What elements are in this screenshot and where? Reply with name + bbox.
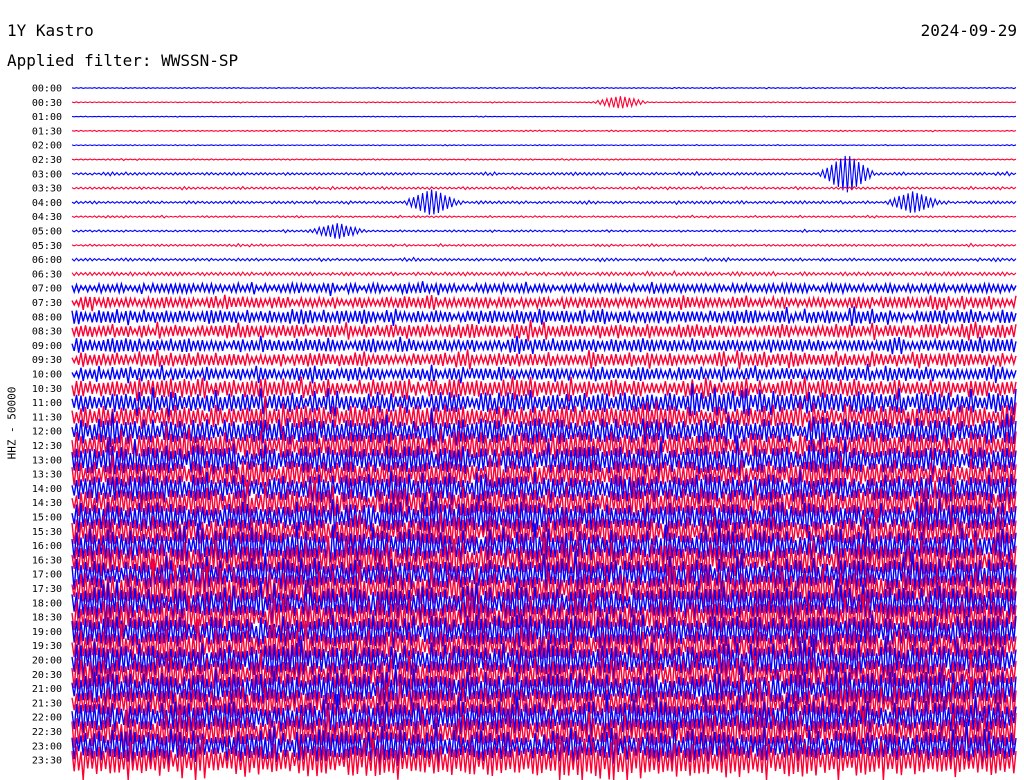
- trace-line: [71, 280, 1017, 297]
- time-label: 15:30: [32, 527, 62, 538]
- time-label: 23:30: [32, 756, 62, 767]
- time-label: 20:30: [32, 670, 62, 681]
- time-label: 17:00: [32, 570, 62, 581]
- time-labels: 00:00 00:30 01:00 01:30 02:00 02:30 03:00 03:30…: [32, 84, 62, 767]
- time-label: 02:00: [32, 141, 62, 152]
- trace-line: [71, 436, 1017, 481]
- time-label: 05:00: [32, 227, 62, 238]
- time-label: 07:30: [32, 298, 62, 309]
- time-label: 14:00: [32, 484, 62, 495]
- time-label: 12:30: [32, 441, 62, 452]
- trace-line: [71, 185, 1017, 191]
- time-label: 09:30: [32, 355, 62, 366]
- time-label: 01:30: [32, 126, 62, 137]
- time-label: 07:00: [32, 284, 62, 295]
- helicorder-plot: 00:00 00:30 01:00 01:30 02:00 02:30 03:00 03:30…: [32, 84, 1017, 780]
- time-label: 17:30: [32, 584, 62, 595]
- time-label: 02:30: [32, 155, 62, 166]
- trace-line: [71, 189, 1017, 215]
- trace-line: [71, 158, 1017, 162]
- time-label: 19:00: [32, 627, 62, 638]
- trace-line: [71, 269, 1017, 278]
- trace-line: [71, 86, 1017, 90]
- time-label: 06:00: [32, 255, 62, 266]
- time-label: 15:00: [32, 513, 62, 524]
- time-label: 01:00: [32, 112, 62, 123]
- trace-line: [71, 129, 1017, 133]
- time-label: 06:30: [32, 269, 62, 280]
- trace-line: [71, 738, 1017, 780]
- time-label: 16:30: [32, 555, 62, 566]
- trace-line: [71, 143, 1017, 147]
- trace-line: [71, 409, 1017, 451]
- time-label: 13:30: [32, 470, 62, 481]
- seismogram-page: 1Y Kastro 2024-09-29 Applied filter: WWS…: [0, 0, 1024, 780]
- time-label: 04:00: [32, 198, 62, 209]
- time-label: 23:00: [32, 741, 62, 752]
- trace-line: [71, 348, 1017, 370]
- time-label: 16:00: [32, 541, 62, 552]
- trace-line: [71, 223, 1017, 239]
- time-label: 10:30: [32, 384, 62, 395]
- trace-line: [71, 242, 1017, 248]
- time-label: 19:30: [32, 641, 62, 652]
- time-label: 21:00: [32, 684, 62, 695]
- time-label: 18:30: [32, 613, 62, 624]
- time-label: 00:30: [32, 98, 62, 109]
- time-label: 13:00: [32, 455, 62, 466]
- time-label: 09:00: [32, 341, 62, 352]
- trace-line: [71, 294, 1017, 312]
- trace-line: [71, 214, 1017, 219]
- time-label: 03:00: [32, 169, 62, 180]
- trace-line: [71, 256, 1017, 263]
- trace-line: [71, 426, 1017, 465]
- time-label: 20:00: [32, 656, 62, 667]
- trace-line: [71, 363, 1017, 384]
- time-label: 11:00: [32, 398, 62, 409]
- time-label: 08:30: [32, 327, 62, 338]
- trace-line: [71, 470, 1017, 508]
- time-label: 12:00: [32, 427, 62, 438]
- time-label: 14:30: [32, 498, 62, 509]
- time-label: 21:30: [32, 698, 62, 709]
- time-label: 22:30: [32, 727, 62, 738]
- time-label: 18:00: [32, 598, 62, 609]
- traces: [71, 86, 1017, 780]
- time-label: 04:30: [32, 212, 62, 223]
- trace-line: [71, 721, 1017, 769]
- time-label: 11:30: [32, 412, 62, 423]
- trace-line: [71, 115, 1017, 118]
- trace-line: [71, 637, 1017, 682]
- time-label: 10:00: [32, 370, 62, 381]
- time-label: 08:00: [32, 312, 62, 323]
- time-label: 00:00: [32, 84, 62, 95]
- trace-line: [71, 96, 1017, 109]
- time-label: 03:30: [32, 184, 62, 195]
- time-label: 22:00: [32, 713, 62, 724]
- time-label: 05:30: [32, 241, 62, 252]
